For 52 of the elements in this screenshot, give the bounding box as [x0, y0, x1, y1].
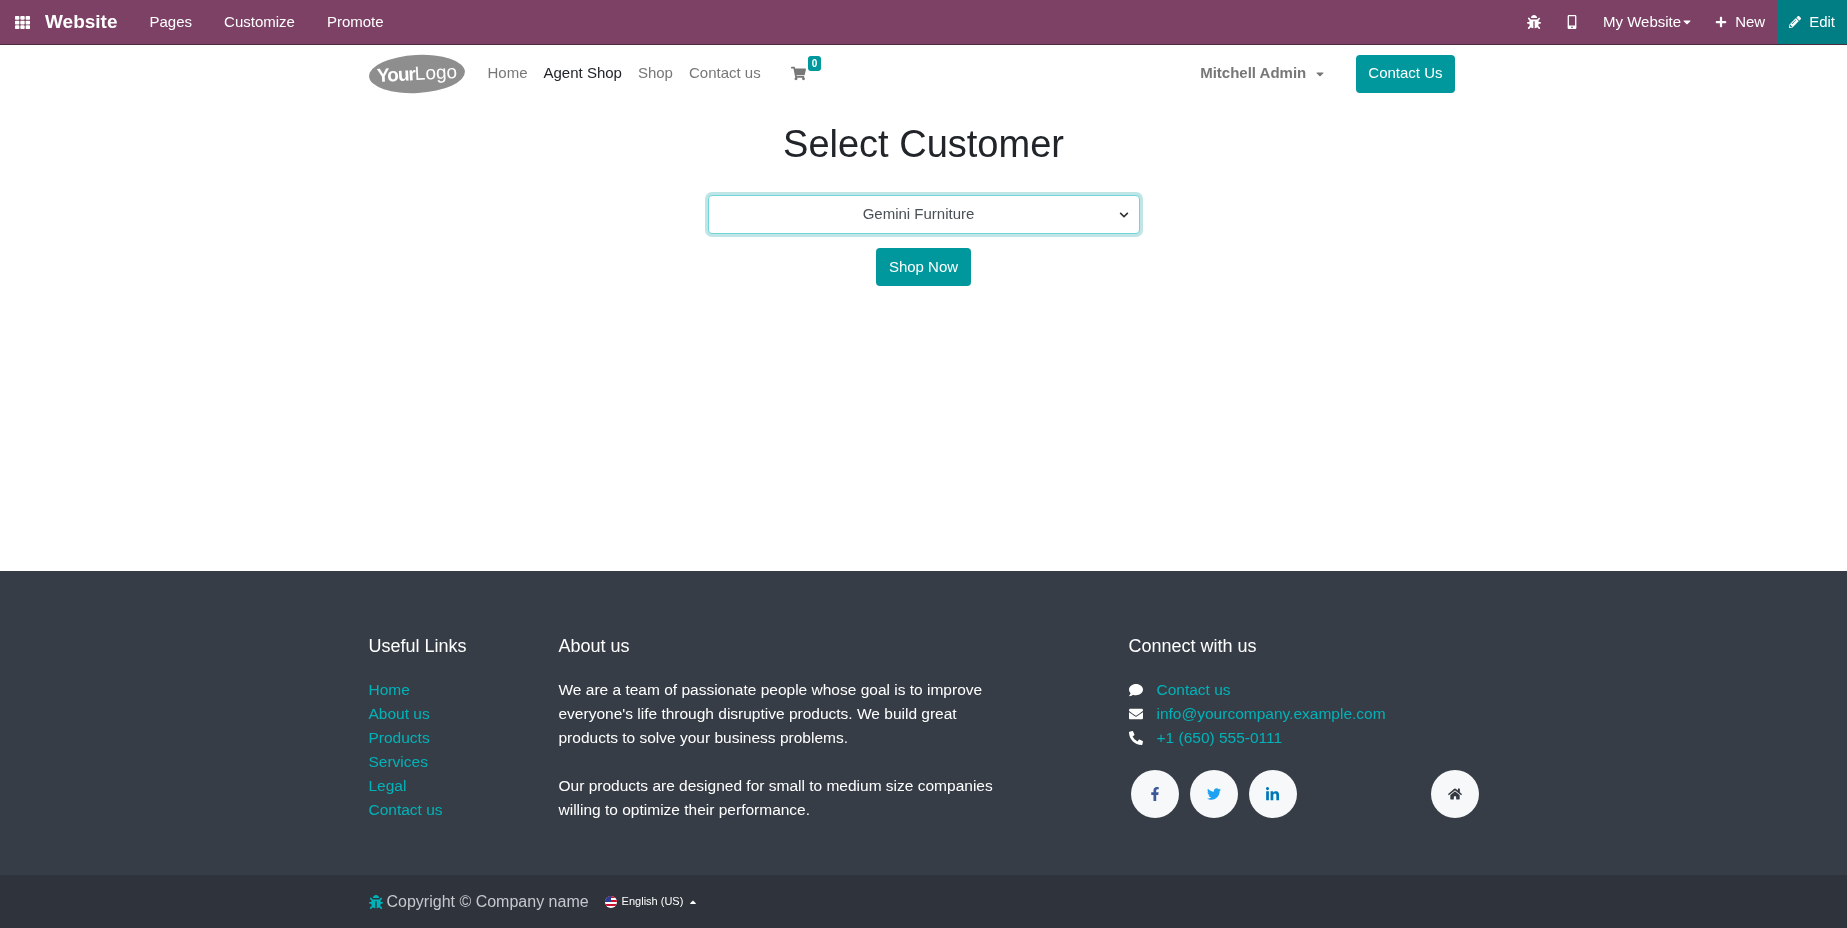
- logo[interactable]: YourLogo: [367, 52, 466, 95]
- social-button[interactable]: [1248, 770, 1297, 818]
- twitter-icon: [1206, 787, 1221, 801]
- footer-link[interactable]: Services: [368, 750, 428, 774]
- footer-link[interactable]: About us: [368, 702, 430, 726]
- plus-icon: [1715, 16, 1728, 28]
- pencil-icon: [1789, 16, 1802, 28]
- footer-heading: Useful Links: [368, 635, 468, 658]
- apps-grid-icon[interactable]: [15, 14, 30, 30]
- shop-now-button[interactable]: Shop Now: [875, 248, 972, 286]
- chat-bubble-icon: [1128, 683, 1143, 697]
- footer-heading: About us: [558, 635, 631, 658]
- social-button[interactable]: [1430, 770, 1479, 818]
- footer-heading: Connect with us: [1128, 635, 1258, 658]
- nav-link[interactable]: Home: [487, 62, 528, 85]
- footer-link[interactable]: Products: [368, 726, 430, 750]
- app-title: Website: [45, 9, 118, 34]
- social-button[interactable]: [1189, 770, 1238, 818]
- nav-link[interactable]: Contact us: [688, 62, 761, 85]
- customer-select[interactable]: Gemini Furniture: [707, 195, 1140, 234]
- home-icon: [1447, 787, 1462, 801]
- page-title: Select Customer: [783, 122, 1064, 167]
- nav-link[interactable]: Agent Shop: [543, 62, 622, 85]
- language-selector[interactable]: English (US): [604, 893, 699, 910]
- debug-bug-icon[interactable]: [1527, 15, 1542, 29]
- chevron-down-icon: [1118, 209, 1129, 220]
- top-menu-item[interactable]: Promote: [326, 10, 384, 34]
- cart-icon[interactable]: [790, 66, 806, 81]
- contact-link[interactable]: +1 (650) 555-0111: [1156, 726, 1283, 750]
- social-button[interactable]: [1130, 770, 1179, 818]
- user-menu[interactable]: Mitchell Admin: [1200, 62, 1327, 85]
- nav-link[interactable]: Shop: [637, 62, 673, 85]
- my-website-menu[interactable]: My Website: [1603, 10, 1694, 34]
- contact-link[interactable]: Contact us: [1156, 678, 1231, 702]
- footer-link[interactable]: Contact us: [368, 798, 443, 822]
- linkedin-icon: [1265, 786, 1280, 802]
- envelope-icon: [1128, 707, 1143, 721]
- footer-link[interactable]: Home: [368, 678, 410, 702]
- about-paragraph: Our products are designed for small to medium size companies willing to optimize their performance.: [558, 776, 994, 820]
- new-button[interactable]: New: [1715, 10, 1766, 34]
- footer-link[interactable]: Legal: [368, 774, 407, 798]
- edit-button[interactable]: Edit: [1777, 0, 1847, 44]
- copyright-text: Copyright © Company name: [386, 891, 589, 912]
- contact-us-button[interactable]: Contact Us: [1356, 54, 1455, 93]
- phone-icon: [1128, 731, 1143, 745]
- about-paragraph: We are a team of passionate people whose goal is to improve everyone's life through disruptive products. We build great products to solve your business problems.: [558, 680, 984, 748]
- top-menu-item[interactable]: Customize: [224, 10, 295, 34]
- contact-link[interactable]: info@yourcompany.example.com: [1156, 702, 1386, 726]
- cart-count-badge: 0: [807, 56, 822, 71]
- bug-icon: [368, 894, 383, 909]
- top-menu-item[interactable]: Pages: [149, 10, 193, 34]
- us-flag-icon: [604, 895, 617, 908]
